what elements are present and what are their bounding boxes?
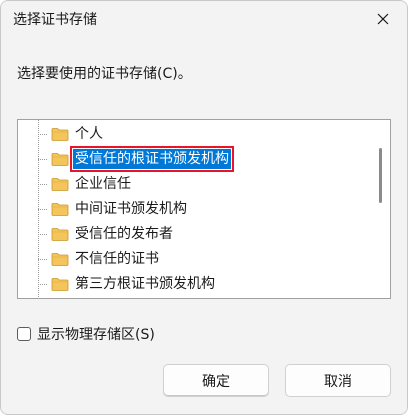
tree-item-label: 个人 xyxy=(75,126,103,142)
close-button[interactable] xyxy=(365,3,401,35)
tree-branch-line xyxy=(38,209,48,210)
show-physical-stores-option[interactable]: 显示物理存储区(S) xyxy=(17,324,155,344)
folder-icon xyxy=(51,128,69,141)
tree-branch-line xyxy=(38,259,48,260)
certificate-store-tree[interactable]: 个人受信任的根证书颁发机构企业信任中间证书颁发机构 受信任的发布者 不信任的证书第三… xyxy=(17,119,391,299)
tree-item[interactable]: 第三方根证书颁发机构 xyxy=(18,272,374,297)
prompt-text: 选择要使用的证书存储(C)。 xyxy=(17,66,192,82)
folder-icon xyxy=(51,253,69,266)
folder-icon xyxy=(51,278,69,291)
tree-branch-line xyxy=(38,284,48,285)
tree-item-label: 企业信任 xyxy=(75,176,131,192)
tree-item-label: 中间证书颁发机构 xyxy=(75,201,187,217)
folder-icon xyxy=(51,178,69,191)
ok-button[interactable]: 确定 xyxy=(163,364,269,397)
tree-branch-line xyxy=(38,134,48,135)
tree-scrollbar[interactable] xyxy=(372,120,390,298)
close-icon xyxy=(377,13,389,25)
show-physical-stores-label: 显示物理存储区(S) xyxy=(37,327,155,343)
tree-branch-line xyxy=(38,184,48,185)
tree-branch-line xyxy=(38,159,48,160)
tree-item-label-selected: 受信任的根证书颁发机构 xyxy=(70,146,234,172)
select-certificate-store-dialog: 选择证书存储 选择要使用的证书存储(C)。 个人受信任的根证书颁发机构企业信任中… xyxy=(0,0,408,415)
cancel-button[interactable]: 取消 xyxy=(285,364,391,397)
dialog-title: 选择证书存储 xyxy=(13,12,97,28)
tree-item-label: 第三方根证书颁发机构 xyxy=(75,276,215,292)
tree-item[interactable]: 个人 xyxy=(18,122,374,147)
tree-item[interactable]: 受信任的根证书颁发机构 xyxy=(18,146,374,172)
show-physical-stores-checkbox[interactable] xyxy=(17,327,31,341)
tree-item-label: 不信任的证书 xyxy=(75,251,159,267)
folder-icon xyxy=(51,203,69,216)
tree-item[interactable]: 受信任的发布者 xyxy=(18,222,374,247)
dialog-body: 选择要使用的证书存储(C)。 个人受信任的根证书颁发机构企业信任中间证书颁发机构… xyxy=(1,39,407,414)
tree-item[interactable]: 中间证书颁发机构 xyxy=(18,197,374,222)
folder-icon xyxy=(51,228,69,241)
folder-icon xyxy=(51,153,69,166)
scrollbar-thumb[interactable] xyxy=(379,148,382,203)
title-bar: 选择证书存储 xyxy=(1,1,407,39)
tree-item[interactable]: 企业信任 xyxy=(18,172,374,197)
tree-branch-line xyxy=(38,234,48,235)
tree-item[interactable]: 不信任的证书 xyxy=(18,247,374,272)
tree-item-label: 受信任的发布者 xyxy=(75,226,173,242)
